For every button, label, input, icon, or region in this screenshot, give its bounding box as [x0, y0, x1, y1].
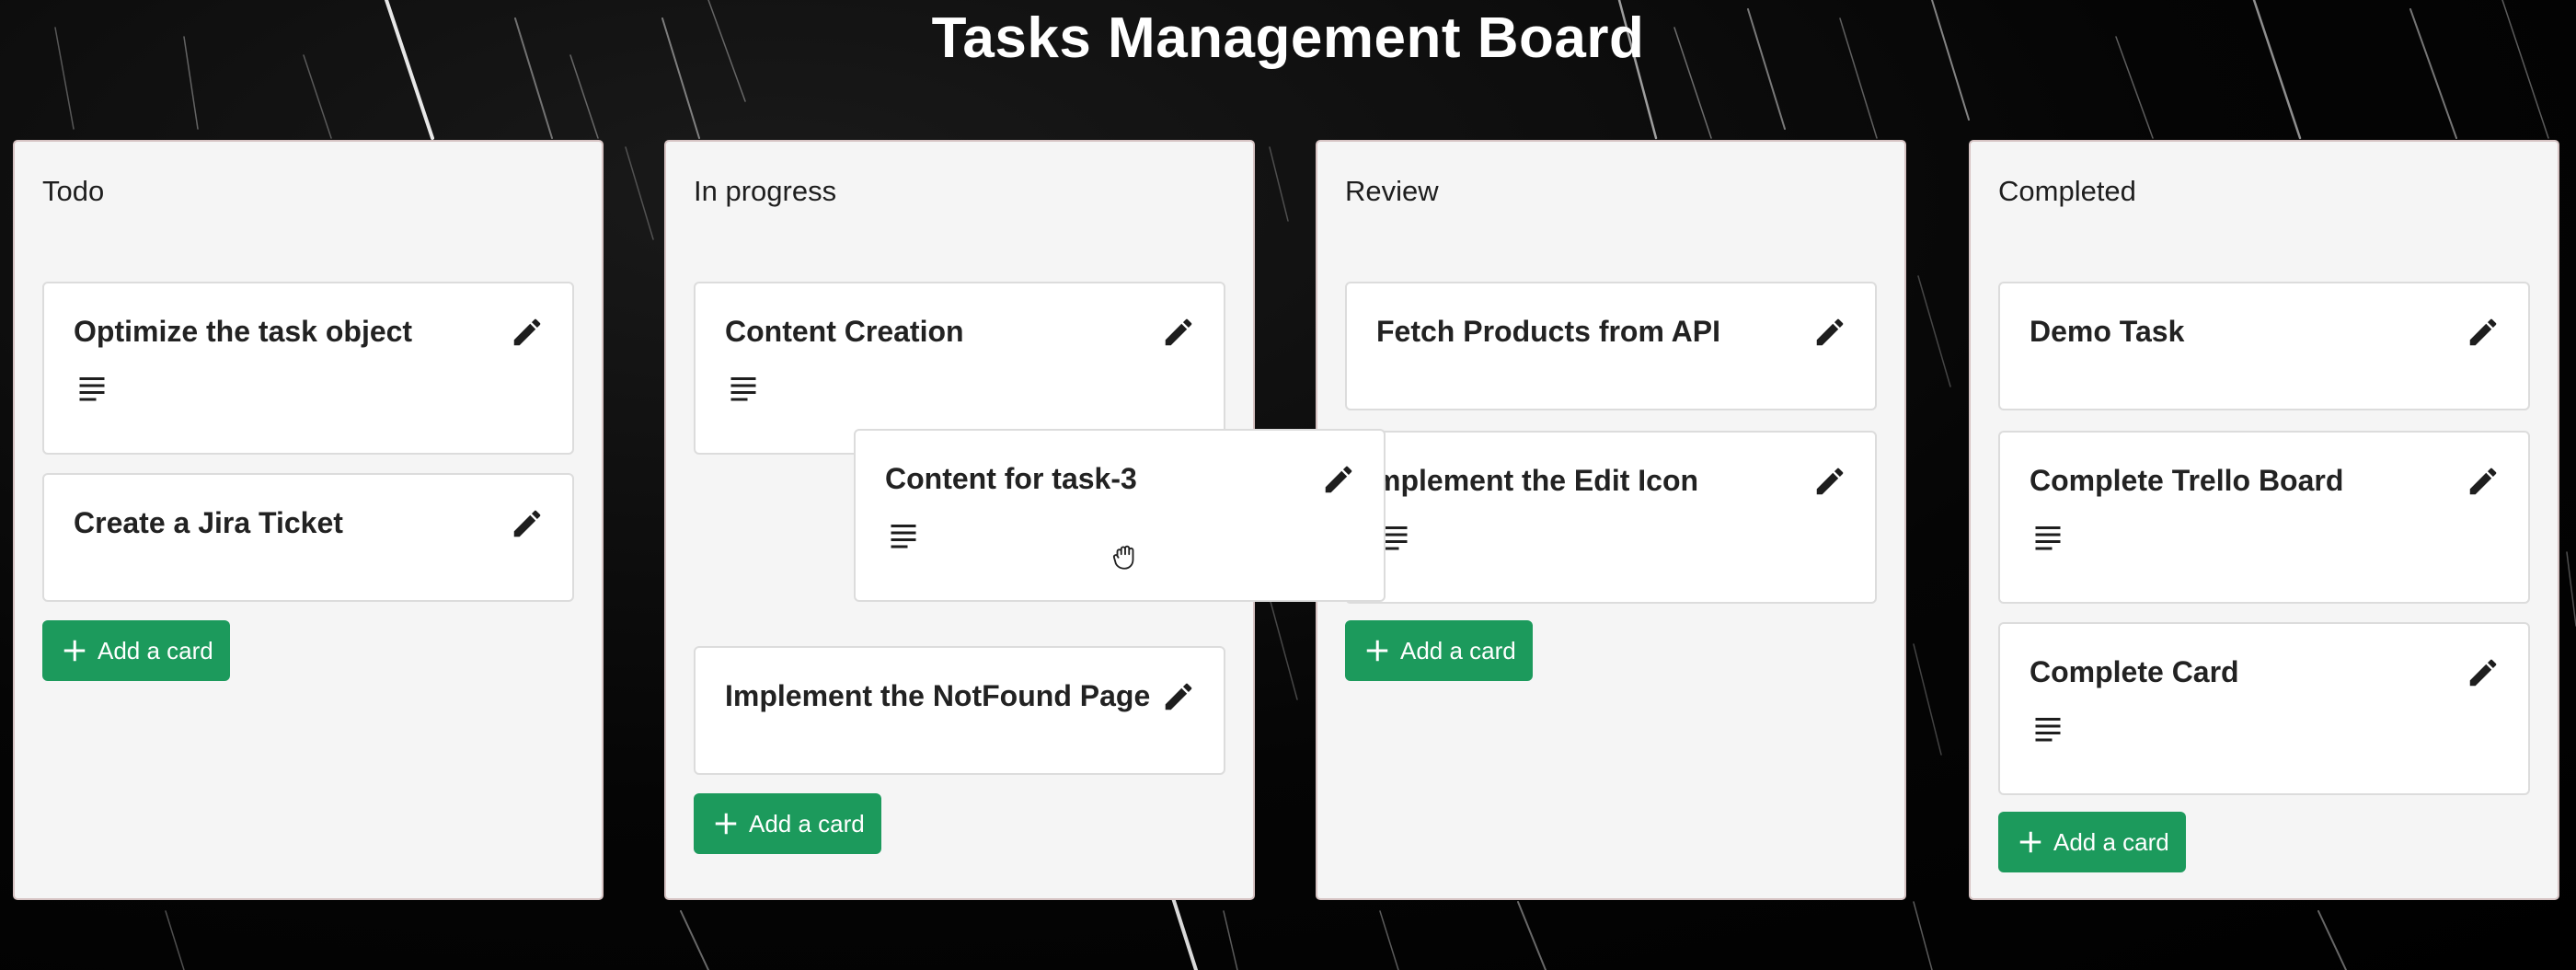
add-card-label: Add a card: [98, 636, 213, 664]
add-card-label: Add a card: [2053, 827, 2169, 856]
task-card[interactable]: Create a Jira Ticket: [42, 473, 574, 602]
edit-icon[interactable]: [1812, 464, 1847, 499]
description-icon: [727, 372, 760, 405]
card-title: Fetch Products from API: [1376, 315, 1720, 348]
edit-icon[interactable]: [510, 506, 545, 541]
column-title: Todo: [42, 175, 105, 207]
card-title: Optimize the task object: [74, 315, 413, 348]
card-title: Complete Card: [2030, 655, 2239, 688]
column-title: Review: [1345, 175, 1439, 207]
plus-icon: [61, 637, 88, 664]
card-title: Content for task-3: [885, 462, 1137, 495]
task-card[interactable]: Complete Card: [1998, 622, 2530, 795]
task-card[interactable]: Fetch Products from API: [1345, 282, 1877, 410]
edit-icon[interactable]: [1161, 679, 1196, 714]
card-title: Demo Task: [2030, 315, 2185, 348]
add-card-button[interactable]: Add a card: [42, 620, 230, 681]
card-title: Implement the NotFound Page: [725, 679, 1151, 712]
task-card[interactable]: Implement the NotFound Page: [694, 646, 1225, 775]
plus-icon: [2017, 828, 2044, 856]
column-todo: Todo Optimize the task object Create a J…: [13, 140, 604, 900]
plus-icon: [712, 810, 740, 837]
edit-icon[interactable]: [2466, 655, 2501, 690]
edit-icon[interactable]: [1161, 315, 1196, 350]
add-card-label: Add a card: [749, 809, 865, 837]
card-title: Create a Jira Ticket: [74, 506, 343, 539]
description-icon: [2031, 521, 2064, 554]
card-title: Content Creation: [725, 315, 964, 348]
task-card[interactable]: mplement the Edit Icon: [1345, 431, 1877, 604]
column-completed: Completed Demo Task Complete Trello Boar…: [1969, 140, 2559, 900]
board-title: Tasks Management Board: [931, 6, 1645, 70]
task-card[interactable]: Complete Trello Board: [1998, 431, 2530, 604]
add-card-label: Add a card: [1400, 636, 1516, 664]
add-card-button[interactable]: Add a card: [1345, 620, 1533, 681]
edit-icon[interactable]: [2466, 315, 2501, 350]
card-title: Complete Trello Board: [2030, 464, 2344, 497]
card-title: mplement the Edit Icon: [1374, 464, 1699, 497]
description-icon: [75, 372, 109, 405]
task-card[interactable]: Demo Task: [1998, 282, 2530, 410]
add-card-button[interactable]: Add a card: [1998, 812, 2186, 872]
column-review: Review Fetch Products from API mplement …: [1316, 140, 1906, 900]
description-icon: [2031, 712, 2064, 745]
edit-icon[interactable]: [1812, 315, 1847, 350]
edit-icon[interactable]: [510, 315, 545, 350]
column-title: Completed: [1998, 175, 2136, 207]
task-card[interactable]: Optimize the task object: [42, 282, 574, 455]
column-title: In progress: [694, 175, 837, 207]
add-card-button[interactable]: Add a card: [694, 793, 881, 854]
edit-icon[interactable]: [2466, 464, 2501, 499]
edit-icon[interactable]: [1321, 462, 1356, 497]
dragging-task-card[interactable]: Content for task-3: [854, 429, 1386, 602]
description-icon: [887, 519, 920, 552]
grab-hand-icon: [1113, 545, 1134, 570]
plus-icon: [1363, 637, 1391, 664]
